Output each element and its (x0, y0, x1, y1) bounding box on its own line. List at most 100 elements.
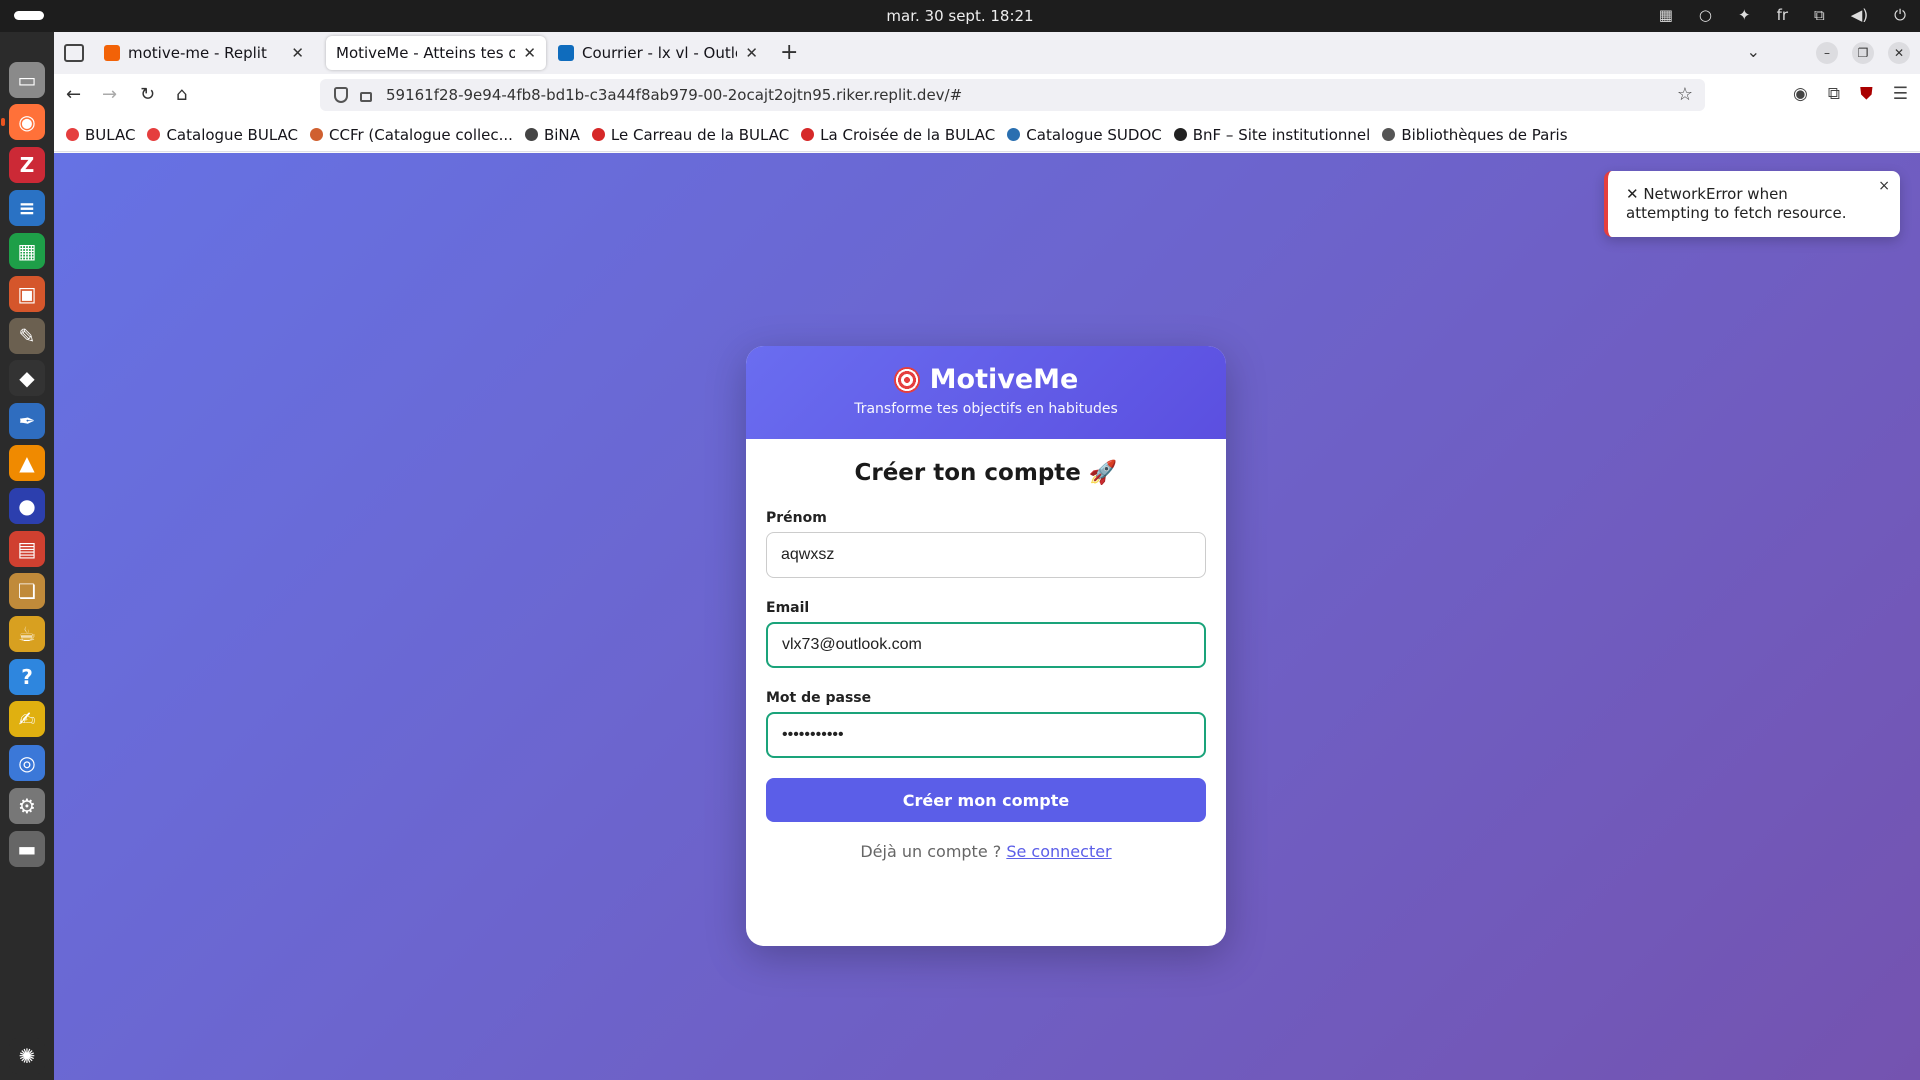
email-label: Email (766, 600, 810, 616)
bookmark-label: Catalogue BULAC (166, 125, 299, 144)
apps-grid-icon[interactable]: ▦ (1659, 6, 1673, 24)
firefox-view-icon[interactable] (64, 44, 84, 62)
dock-gimp-icon[interactable]: ✎ (9, 318, 45, 354)
bookmark-favicon-icon (1007, 128, 1021, 141)
dock-help-icon[interactable]: ? (9, 659, 45, 695)
bookmark-item[interactable]: BiNA (524, 126, 580, 144)
password-input[interactable]: ••••••••••• (766, 712, 1206, 758)
bookmark-item[interactable]: BnF – Site institutionnel (1173, 125, 1371, 144)
restore-icon[interactable]: ❐ (1852, 42, 1874, 64)
network-icon[interactable]: ⧉ (1814, 6, 1825, 24)
bookmark-item[interactable]: La Croisée de la BULAC (801, 126, 995, 144)
dock-settings-icon[interactable]: ⚙ (9, 788, 45, 824)
tab-replit[interactable]: motive-me - Replit ✕ (94, 36, 314, 70)
bookmark-item[interactable]: Catalogue SUDOC (1007, 125, 1162, 144)
tab-bar: motive-me - Replit ✕ MotiveMe - Atteins … (54, 32, 1920, 74)
email-input[interactable]: vlx73@outlook.com (766, 622, 1206, 668)
dock-bluefish-icon[interactable]: ✒ (9, 403, 45, 439)
target-icon (893, 366, 920, 393)
reload-icon[interactable]: ↻ (140, 84, 155, 105)
tab-title: MotiveMe - Atteins tes objec (336, 44, 516, 62)
login-link[interactable]: Se connecter (1006, 842, 1111, 861)
bookmark-item[interactable]: Catalogue BULAC (147, 126, 298, 144)
back-arrow-icon[interactable]: ← (66, 84, 81, 105)
page-content: ✕ NetworkError when attempting to fetch … (54, 153, 1920, 1080)
list-tabs-chevron-icon[interactable]: ⌄ (1747, 42, 1760, 61)
account-icon[interactable]: ◉ (1793, 84, 1808, 104)
bookmark-star-icon[interactable]: ☆ (1677, 84, 1693, 105)
power-icon[interactable]: ⏻ (1894, 6, 1906, 24)
tab-close-icon[interactable]: ✕ (745, 44, 758, 62)
signup-card: MotiveMe Transforme tes objectifs en hab… (746, 346, 1226, 946)
new-tab-button[interactable]: + (780, 40, 798, 65)
brand-name: MotiveMe (929, 364, 1079, 395)
tab-title: Courrier - lx vl - Outlook (582, 44, 737, 62)
accessibility-icon[interactable]: ✦ (1738, 6, 1751, 24)
dock-teapot-icon[interactable]: ☕ (9, 616, 45, 652)
url-text[interactable]: 59161f28-9e94-4fb8-bd1b-c3a44f8ab979-00-… (386, 86, 962, 104)
bookmark-item[interactable]: CCFr (Catalogue collec... (310, 126, 513, 144)
login-prompt-row: Déjà un compte ? Se connecter (766, 842, 1206, 861)
dock-disk-icon[interactable]: ▬ (9, 831, 45, 867)
tab-outlook[interactable]: Courrier - lx vl - Outlook ✕ (548, 36, 768, 70)
volume-icon[interactable]: ◀) (1851, 6, 1868, 24)
firstname-label: Prénom (766, 510, 827, 526)
form-title: Créer ton compte 🚀 (854, 460, 1118, 486)
browser-window: motive-me - Replit ✕ MotiveMe - Atteins … (54, 32, 1920, 1080)
bookmark-favicon-icon (1173, 128, 1187, 141)
toast-close-icon[interactable]: × (1878, 177, 1890, 196)
create-account-button[interactable]: Créer mon compte (766, 778, 1206, 822)
home-icon[interactable]: ⌂ (176, 84, 187, 105)
bookmark-item[interactable]: Le Carreau de la BULAC (591, 125, 790, 144)
bookmark-favicon-icon (524, 128, 538, 141)
bookmark-label: BnF – Site institutionnel (1192, 125, 1371, 144)
status-circle-icon[interactable]: ○ (1699, 6, 1712, 24)
brand-row: MotiveMe (746, 364, 1226, 395)
minimize-icon[interactable]: – (1816, 42, 1838, 64)
bookmark-label: Le Carreau de la BULAC (610, 125, 790, 144)
lock-icon[interactable] (360, 92, 372, 102)
dock-vlc-icon[interactable]: ▲ (9, 445, 45, 481)
dock-chromium-icon[interactable]: ◎ (9, 745, 45, 781)
dock-document-viewer-icon[interactable]: ▤ (9, 531, 45, 567)
tab-close-icon[interactable]: ✕ (523, 44, 536, 62)
login-prompt-text: Déjà un compte ? (860, 842, 1002, 861)
bookmark-favicon-icon (310, 128, 324, 141)
replit-favicon-icon (104, 45, 120, 61)
bookmark-label: Catalogue SUDOC (1026, 125, 1162, 144)
dock-firefox-icon[interactable]: ◉ (1, 104, 45, 140)
dock-zotero-icon[interactable]: Z (9, 147, 45, 183)
dock-text-editor-icon[interactable]: ✍ (9, 701, 45, 737)
bookmark-favicon-icon (66, 128, 79, 141)
close-window-icon[interactable]: ✕ (1888, 42, 1910, 64)
language-indicator[interactable]: fr (1777, 6, 1788, 24)
dock-writer-icon[interactable]: ≡ (9, 190, 45, 226)
bookmark-favicon-icon (591, 128, 605, 141)
bookmark-item[interactable]: BULAC (66, 126, 135, 144)
tab-motiveme[interactable]: MotiveMe - Atteins tes objec ✕ (326, 36, 546, 70)
menu-hamburger-icon[interactable]: ☰ (1893, 84, 1908, 104)
forward-arrow-icon[interactable]: → (102, 84, 117, 105)
system-top-bar: mar. 30 sept. 18:21 ▦ ○ ✦ fr ⧉ ◀) ⏻ (0, 0, 1920, 32)
firstname-input[interactable]: aqwxsz (766, 532, 1206, 578)
window-controls: – ❐ ✕ (1816, 42, 1910, 64)
extensions-icon[interactable]: ⧉ (1828, 84, 1840, 104)
tab-close-icon[interactable]: ✕ (291, 44, 304, 62)
dock-impress-icon[interactable]: ▣ (9, 276, 45, 312)
dock-app-blue-icon[interactable]: ● (9, 488, 45, 524)
dock-ebook-reader-icon[interactable]: ❏ (9, 573, 45, 609)
bookmark-label: La Croisée de la BULAC (820, 125, 996, 144)
ublock-icon[interactable]: ⛊ (1860, 84, 1873, 104)
dock-calc-icon[interactable]: ▦ (9, 233, 45, 269)
bookmark-item[interactable]: Bibliothèques de Paris (1382, 126, 1568, 144)
tracking-shield-icon[interactable] (334, 87, 348, 103)
system-clock[interactable]: mar. 30 sept. 18:21 (0, 7, 1920, 25)
dock-files-icon[interactable]: ▭ (9, 62, 45, 98)
card-header: MotiveMe Transforme tes objectifs en hab… (746, 346, 1226, 439)
dock-ubuntu-icon[interactable]: ✺ (9, 1038, 45, 1074)
url-bar[interactable]: 59161f28-9e94-4fb8-bd1b-c3a44f8ab979-00-… (320, 79, 1705, 111)
dock-inkscape-icon[interactable]: ◆ (9, 360, 45, 396)
toolbar-right: ◉ ⧉ ⛊ ☰ (1793, 84, 1908, 104)
dock: ▭ ◉ Z ≡ ▦ ▣ ✎ ◆ ✒ ▲ ● ▤ ❏ ☕? ✍ ◎ ⚙ ▬ ✺ (0, 32, 54, 1080)
bookmark-label: CCFr (Catalogue collec... (329, 125, 513, 144)
